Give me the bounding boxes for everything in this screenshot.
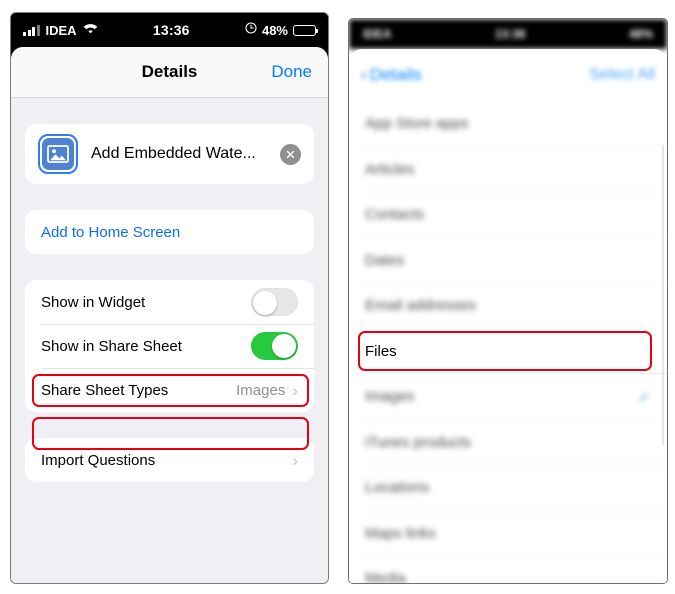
add-to-home-screen-button[interactable]: Add to Home Screen <box>25 210 314 254</box>
left-phone-screenshot: IDEA 13:36 48% Details Done Add Embedded… <box>10 12 329 584</box>
row-show-in-widget[interactable]: Show in Widget <box>25 280 314 324</box>
import-questions-label: Import Questions <box>41 451 156 469</box>
signal-bars-icon <box>23 24 40 36</box>
close-circle-icon[interactable] <box>280 143 301 165</box>
select-all-button[interactable]: Select All <box>589 66 655 84</box>
photo-image-icon <box>38 134 78 174</box>
list-item-label: Media <box>365 570 406 583</box>
list-item-label: Files <box>365 342 397 360</box>
settings-scroll-area[interactable]: Add Embedded Wate... Add to Home Screen <box>11 98 328 583</box>
share-sheet-types-screen: IDEA 13:36 48% ‹ Details Select All App … <box>349 19 667 583</box>
battery-icon <box>293 24 319 36</box>
list-item-label: Locations <box>365 479 430 497</box>
details-screen: Details Done Add Embedded Wate... Add to… <box>11 47 328 583</box>
right-battery-label: 48% <box>628 27 653 41</box>
right-phone-screenshot: IDEA 13:36 48% ‹ Details Select All App … <box>348 18 668 584</box>
checkmark-icon: ✓ <box>638 388 651 406</box>
status-bar-left: IDEA <box>23 21 98 39</box>
shortcut-action-card: Add Embedded Wate... <box>25 124 314 184</box>
list-item-label: Dates <box>365 251 405 269</box>
carrier-label: IDEA <box>45 22 77 38</box>
row-import-questions[interactable]: Import Questions › <box>25 438 314 482</box>
list-item[interactable]: App Store apps <box>349 101 667 147</box>
list-item[interactable]: Maps links <box>349 511 667 557</box>
chevron-right-icon: › <box>292 450 298 470</box>
list-item-label: Email addresses <box>365 297 476 315</box>
right-screen-body: ‹ Details Select All App Store apps Artic… <box>349 49 667 583</box>
screenshot-canvas: IDEA 13:36 48% Details Done Add Embedded… <box>0 0 675 594</box>
list-item[interactable]: Articles <box>349 147 667 193</box>
list-item-label: Maps links <box>365 524 436 542</box>
share-sheet-types-list[interactable]: App Store apps Articles Contacts Dates Email… <box>349 101 667 583</box>
back-button[interactable]: ‹ Details <box>361 65 422 85</box>
back-button-label: Details <box>369 65 422 84</box>
status-bar: IDEA 13:36 48% <box>11 13 328 47</box>
list-item-label: iTunes products <box>365 433 472 451</box>
list-item[interactable]: Email addresses <box>349 283 667 329</box>
home-screen-card: Add to Home Screen <box>25 210 314 254</box>
show-in-share-sheet-label: Show in Share Sheet <box>41 337 182 355</box>
chevron-left-icon: ‹ <box>361 65 367 84</box>
page-title: Details <box>141 62 198 81</box>
right-status-bar: IDEA 13:36 48% <box>349 19 667 49</box>
done-button[interactable]: Done <box>271 62 312 82</box>
list-item[interactable]: Dates <box>349 238 667 284</box>
wifi-icon <box>83 21 98 39</box>
alarm-clock-icon <box>245 21 257 39</box>
right-carrier-label: IDEA <box>363 27 392 41</box>
share-sheet-types-label: Share Sheet Types <box>41 381 169 399</box>
list-item-label: Images <box>365 388 415 406</box>
list-item[interactable]: Locations <box>349 465 667 511</box>
status-bar-right: 48% <box>245 21 319 39</box>
share-settings-card: Show in Widget Show in Share Sheet Share… <box>25 280 314 412</box>
shortcut-action-row[interactable]: Add Embedded Wate... <box>25 124 314 184</box>
right-clock-label: 13:36 <box>494 27 526 41</box>
import-questions-card: Import Questions › <box>25 438 314 482</box>
show-in-share-sheet-toggle[interactable] <box>251 332 298 360</box>
share-sheet-types-value: Images <box>236 381 286 399</box>
show-in-widget-toggle[interactable] <box>251 288 298 316</box>
list-item[interactable]: Media <box>349 556 667 583</box>
list-item[interactable]: Images ✓ <box>349 374 667 420</box>
battery-percent-label: 48% <box>261 22 288 38</box>
navigation-bar: Details Done <box>11 47 328 98</box>
list-item[interactable]: Files <box>349 329 667 375</box>
row-share-sheet-types[interactable]: Share Sheet Types Images › <box>25 368 314 412</box>
scrollbar[interactable] <box>661 145 664 445</box>
list-item-label: App Store apps <box>365 115 469 133</box>
list-item-label: Contacts <box>365 206 425 224</box>
show-in-widget-label: Show in Widget <box>41 293 146 311</box>
list-item-label: Articles <box>365 160 415 178</box>
list-item[interactable]: Contacts <box>349 192 667 238</box>
chevron-right-icon: › <box>292 380 298 400</box>
row-show-in-share-sheet[interactable]: Show in Share Sheet <box>25 324 314 368</box>
right-navigation-bar: ‹ Details Select All <box>349 49 667 101</box>
clock-label: 13:36 <box>152 22 190 38</box>
list-item[interactable]: iTunes products <box>349 420 667 466</box>
shortcut-action-label: Add Embedded Wate... <box>91 145 256 162</box>
